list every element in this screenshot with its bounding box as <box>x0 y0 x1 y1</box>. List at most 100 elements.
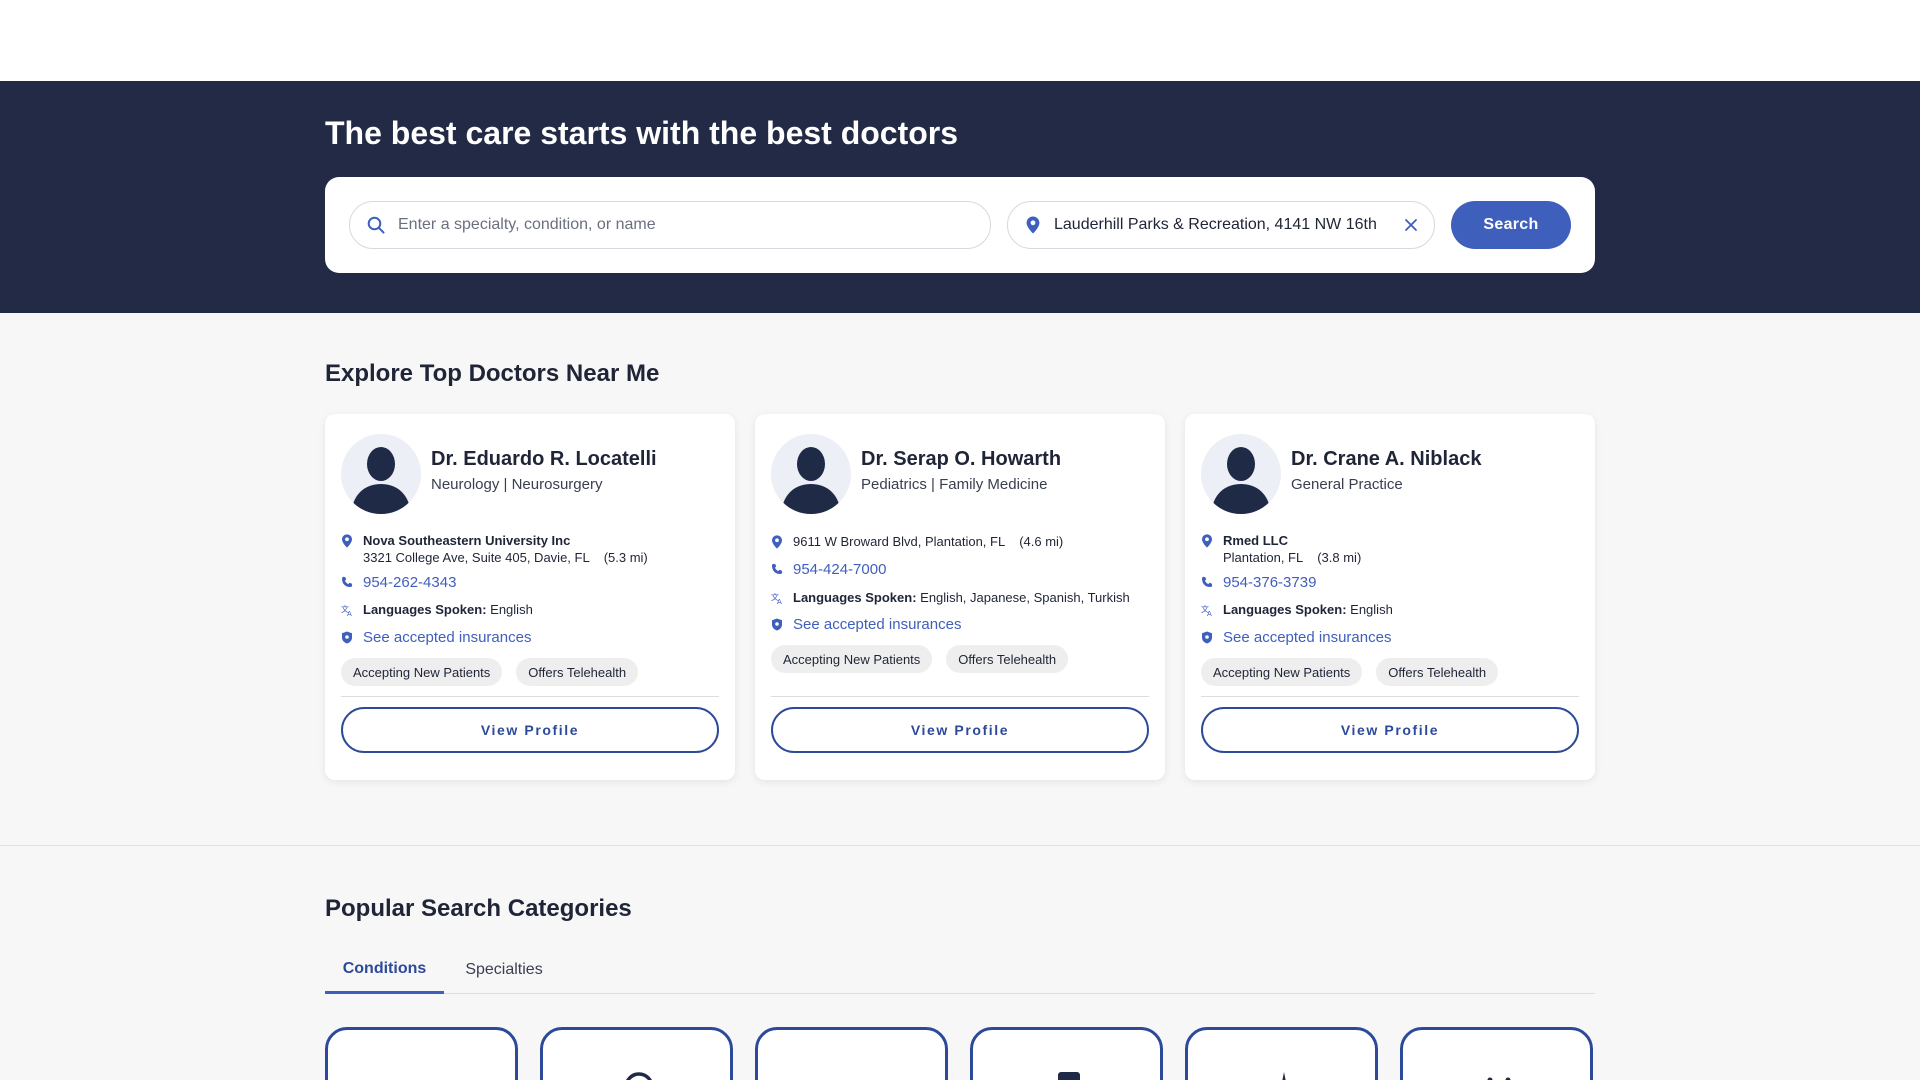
insurance-row: See accepted insurances <box>341 629 531 646</box>
body-icon <box>1269 1072 1299 1080</box>
doctor-name[interactable]: Dr. Crane A. Niblack <box>1291 448 1481 471</box>
doctor-address: Nova Southeastern University Inc 3321 Co… <box>341 533 648 565</box>
person-silhouette-icon <box>351 447 411 514</box>
translate-icon: 文A <box>1201 603 1213 617</box>
doctor-specialty: Neurology | Neurosurgery <box>431 476 603 493</box>
search-button[interactable]: Search <box>1451 201 1571 249</box>
specialty-search-input[interactable] <box>398 216 990 234</box>
doctor-address: Rmed LLC Plantation, FL (3.8 mi) <box>1201 533 1361 565</box>
telehealth-badge: Offers Telehealth <box>1376 658 1499 686</box>
languages-value: English, Japanese, Spanish, Turkish <box>920 590 1130 605</box>
doctor-badges: Accepting New Patients Offers Telehealth <box>771 645 1069 673</box>
category-tabs: Conditions Specialties <box>325 946 1595 994</box>
telehealth-badge: Offers Telehealth <box>516 658 639 686</box>
phone-link[interactable]: 954-376-3739 <box>1223 574 1316 591</box>
phone-icon <box>341 575 353 589</box>
phone-icon <box>1201 575 1213 589</box>
distance-text: (3.8 mi) <box>1317 550 1362 565</box>
hero-banner: The best care starts with the best docto… <box>0 81 1920 313</box>
specialty-search-field[interactable] <box>349 201 991 249</box>
accepting-patients-badge: Accepting New Patients <box>771 645 933 673</box>
languages-label: Languages Spoken: <box>793 590 917 605</box>
location-pin-icon <box>1024 215 1042 235</box>
phone-link[interactable]: 954-424-7000 <box>793 561 886 578</box>
doctor-badges: Accepting New Patients Offers Telehealth <box>341 658 639 686</box>
languages-value: English <box>1350 602 1393 617</box>
category-tiles <box>325 1027 1595 1080</box>
doctor-specialty: Pediatrics | Family Medicine <box>861 476 1048 493</box>
doctor-name[interactable]: Dr. Serap O. Howarth <box>861 448 1061 471</box>
card-divider <box>771 696 1149 697</box>
clear-location-button[interactable] <box>1400 214 1422 236</box>
address-text: 9611 W Broward Blvd, Plantation, FL <box>793 534 1006 549</box>
hero-title: The best care starts with the best docto… <box>325 115 959 151</box>
telehealth-badge: Offers Telehealth <box>946 645 1069 673</box>
translate-icon: 文A <box>771 591 783 605</box>
category-tile[interactable] <box>970 1027 1163 1080</box>
brain-icon <box>624 1072 654 1080</box>
category-tile[interactable] <box>540 1027 733 1080</box>
address-text: Plantation, FL <box>1223 550 1304 565</box>
doctor-badges: Accepting New Patients Offers Telehealth <box>1201 658 1499 686</box>
languages-row: 文A Languages Spoken: English, Japanese, … <box>771 590 1130 605</box>
languages-label: Languages Spoken: <box>363 602 487 617</box>
doctor-phone-row: 954-376-3739 <box>1201 574 1316 591</box>
accepting-patients-badge: Accepting New Patients <box>341 658 503 686</box>
doctor-phone-row: 954-262-4343 <box>341 574 456 591</box>
insurance-row: See accepted insurances <box>1201 629 1391 646</box>
card-divider <box>1201 696 1579 697</box>
location-input[interactable] <box>1054 216 1392 234</box>
tab-specialties[interactable]: Specialties <box>444 946 564 994</box>
accepting-patients-badge: Accepting New Patients <box>1201 658 1363 686</box>
distance-text: (4.6 mi) <box>1019 534 1064 549</box>
doctor-phone-row: 954-424-7000 <box>771 561 886 578</box>
tab-conditions[interactable]: Conditions <box>325 946 444 994</box>
accepted-insurances-link[interactable]: See accepted insurances <box>1223 629 1391 646</box>
doctor-card: Dr. Eduardo R. Locatelli Neurology | Neu… <box>325 414 735 780</box>
category-tile[interactable] <box>325 1027 518 1080</box>
doctor-card: Dr. Serap O. Howarth Pediatrics | Family… <box>755 414 1165 780</box>
accepted-insurances-link[interactable]: See accepted insurances <box>363 629 531 646</box>
blank-icon <box>839 1072 869 1080</box>
joint-icon <box>1484 1072 1514 1080</box>
person-silhouette-icon <box>1211 447 1271 514</box>
location-pin-icon <box>771 535 783 549</box>
languages-value: English <box>490 602 533 617</box>
location-field[interactable] <box>1007 201 1435 249</box>
view-profile-button[interactable]: View Profile <box>1201 707 1579 753</box>
facility-name: Nova Southeastern University Inc <box>363 533 571 548</box>
address-text: 3321 College Ave, Suite 405, Davie, FL <box>363 550 590 565</box>
languages-row: 文A Languages Spoken: English <box>341 602 533 617</box>
distance-text: (5.3 mi) <box>603 550 648 565</box>
svg-text:A: A <box>777 598 782 604</box>
search-icon <box>366 215 386 235</box>
card-divider <box>341 696 719 697</box>
doctor-name[interactable]: Dr. Eduardo R. Locatelli <box>431 448 657 471</box>
clipboard-icon <box>1054 1072 1084 1080</box>
doctor-specialty: General Practice <box>1291 476 1403 493</box>
shield-icon <box>341 630 353 644</box>
location-pin-icon <box>341 534 353 548</box>
category-tile[interactable] <box>1400 1027 1593 1080</box>
view-profile-button[interactable]: View Profile <box>771 707 1149 753</box>
categories-section-title: Popular Search Categories <box>325 895 632 922</box>
view-profile-button[interactable]: View Profile <box>341 707 719 753</box>
category-tile[interactable] <box>755 1027 948 1080</box>
avatar <box>341 434 421 514</box>
explore-section-title: Explore Top Doctors Near Me <box>325 360 660 387</box>
section-divider <box>0 845 1920 846</box>
search-card: Search <box>325 177 1595 273</box>
svg-text:A: A <box>347 610 352 616</box>
shield-icon <box>1201 630 1213 644</box>
top-navigation-bar <box>0 0 1920 81</box>
accepted-insurances-link[interactable]: See accepted insurances <box>793 616 961 633</box>
svg-text:A: A <box>1207 610 1212 616</box>
facility-name: Rmed LLC <box>1223 533 1288 548</box>
category-tile[interactable] <box>1185 1027 1378 1080</box>
phone-icon <box>771 562 783 576</box>
doctor-card: Dr. Crane A. Niblack General Practice Rm… <box>1185 414 1595 780</box>
phone-link[interactable]: 954-262-4343 <box>363 574 456 591</box>
languages-label: Languages Spoken: <box>1223 602 1347 617</box>
doctor-address: 9611 W Broward Blvd, Plantation, FL (4.6 … <box>771 534 1063 549</box>
close-icon <box>1405 219 1417 231</box>
